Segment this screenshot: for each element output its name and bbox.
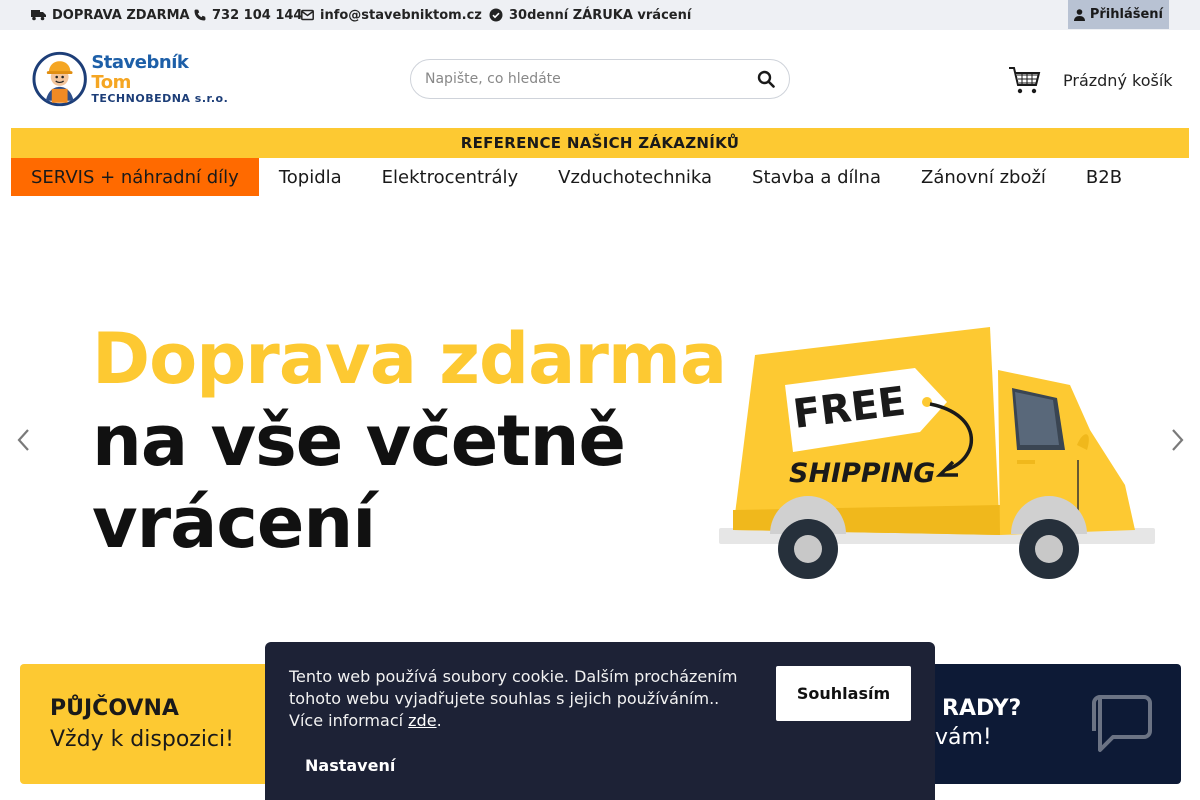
reference-banner[interactable]: REFERENCE NAŠICH ZÁKAZNÍKŮ — [11, 128, 1189, 158]
main-navigation: SERVIS + náhradní díly Topidla Elektroce… — [11, 158, 1142, 196]
nav-item-elektrocentraly[interactable]: Elektrocentrály — [362, 158, 538, 196]
phone-icon — [194, 9, 206, 21]
logo-brand-name: Stavebník Tom — [91, 52, 189, 93]
cookie-message: Tento web používá soubory cookie. Dalším… — [289, 667, 738, 730]
carousel-prev-arrow[interactable] — [14, 425, 34, 455]
search-icon[interactable] — [757, 70, 775, 88]
cart-icon — [1009, 67, 1041, 94]
truck-icon — [31, 10, 46, 21]
advice-card-title: RADY? — [942, 696, 1022, 721]
carousel-next-arrow[interactable] — [1167, 425, 1187, 455]
nav-item-servis[interactable]: SERVIS + náhradní díly — [11, 158, 259, 196]
truck-tag-shipping: SHIPPING — [789, 458, 935, 489]
shipping-label: DOPRAVA ZDARMA — [52, 7, 190, 23]
search-bar[interactable] — [410, 59, 790, 99]
rental-card-title: PŮJČOVNA — [50, 696, 179, 721]
advice-card-subtitle: vám! — [935, 725, 992, 750]
cookie-accept-button[interactable]: Souhlasím — [776, 666, 911, 721]
warranty-info[interactable]: 30denní ZÁRUKA vrácení — [489, 0, 691, 30]
rental-card-subtitle: Vždy k dispozici! — [50, 727, 234, 752]
nav-item-topidla[interactable]: Topidla — [259, 158, 362, 196]
cart-label: Prázdný košík — [1063, 70, 1173, 90]
email-info[interactable]: info@stavebniktom.cz — [301, 0, 482, 30]
phone-number: 732 104 144 — [212, 7, 303, 23]
login-label: Přihlášení — [1089, 7, 1163, 22]
email-address: info@stavebniktom.cz — [320, 7, 482, 23]
worker-mascot-icon — [32, 51, 87, 107]
cart-button[interactable]: Prázdný košík — [1008, 64, 1173, 96]
hero-headline-yellow: Doprava zdarma — [92, 318, 727, 400]
nav-item-zanovni-zbozi[interactable]: Zánovní zboží — [901, 158, 1066, 196]
top-info-bar: DOPRAVA ZDARMA 732 104 144 info@stavebni… — [0, 0, 1200, 30]
site-logo[interactable]: Stavebník Tom TECHNOBEDNA s.r.o. — [32, 50, 232, 108]
nav-item-b2b[interactable]: B2B — [1066, 158, 1142, 196]
chat-bubble-icon — [1092, 695, 1152, 752]
login-button[interactable]: Přihlášení — [1067, 0, 1169, 29]
nav-item-vzduchotechnika[interactable]: Vzduchotechnika — [538, 158, 732, 196]
warranty-label: 30denní ZÁRUKA vrácení — [509, 7, 692, 23]
cookie-settings-button[interactable]: Nastavení — [305, 756, 395, 775]
hero-headline-line2: na vše včetně — [92, 400, 626, 482]
check-badge-icon — [489, 8, 503, 22]
hero-headline-line3: vrácení — [92, 482, 376, 564]
shipping-info[interactable]: DOPRAVA ZDARMA — [31, 0, 190, 30]
user-icon — [1073, 8, 1085, 21]
cookie-consent-dialog: Tento web používá soubory cookie. Dalším… — [265, 642, 935, 800]
search-input[interactable] — [425, 71, 757, 87]
phone-info[interactable]: 732 104 144 — [194, 0, 302, 30]
free-shipping-truck-illustration: FREE SHIPPING — [719, 327, 1155, 579]
nav-item-stavba-a-dilna[interactable]: Stavba a dílna — [732, 158, 901, 196]
logo-company-name: TECHNOBEDNA s.r.o. — [91, 91, 229, 105]
envelope-icon — [301, 9, 314, 21]
cookie-more-info-link[interactable]: zde — [408, 711, 436, 730]
